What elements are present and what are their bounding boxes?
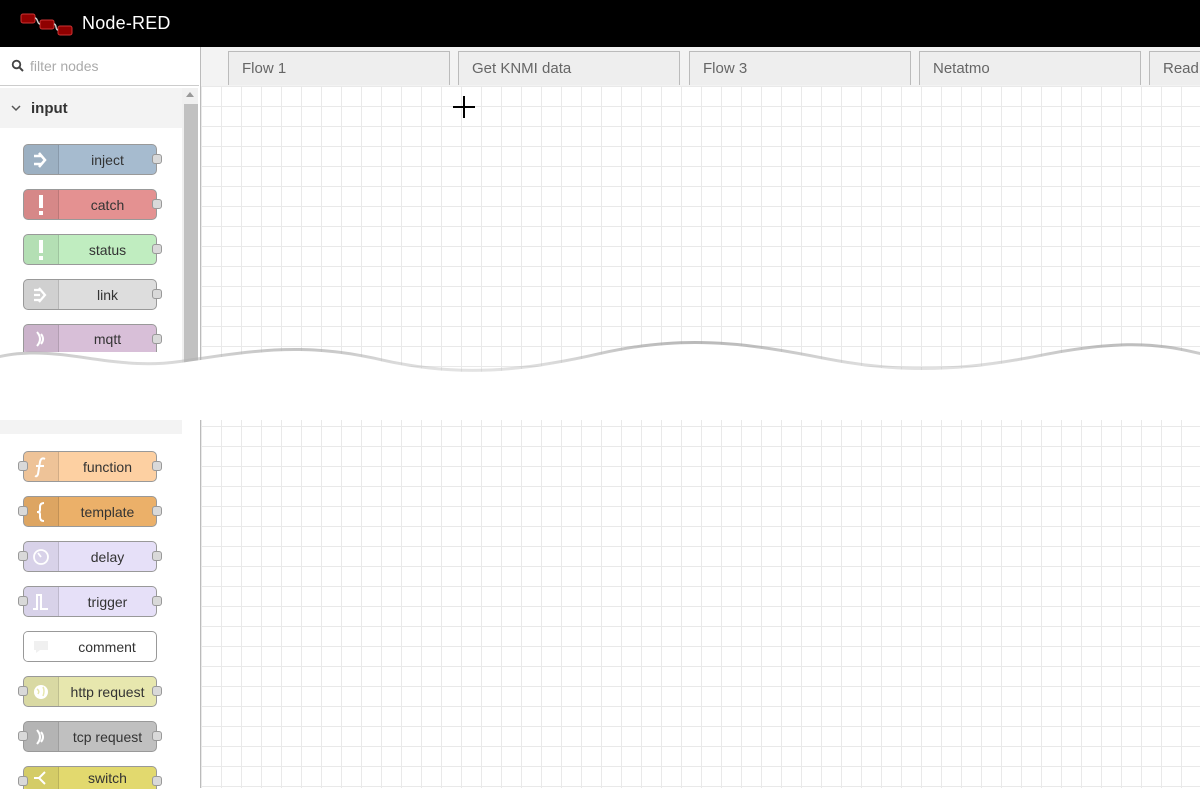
output-port	[152, 199, 162, 209]
node-label: http request	[70, 683, 145, 700]
globe-icon	[24, 677, 59, 706]
input-port	[18, 686, 28, 696]
node-label: function	[82, 458, 133, 475]
palette-node-trigger[interactable]: trigger	[18, 586, 162, 617]
output-port	[152, 551, 162, 561]
output-port	[152, 776, 162, 786]
palette-node-switch[interactable]: switch	[18, 766, 162, 789]
bridge-icon	[24, 722, 59, 751]
palette-node-http-request[interactable]: http request	[18, 676, 162, 707]
chevron-down-icon	[11, 105, 21, 112]
switch-icon	[24, 767, 59, 789]
torn-edge-divider	[0, 340, 1200, 420]
category-header-input[interactable]: input	[0, 88, 182, 128]
palette-node-catch[interactable]: catch	[23, 189, 162, 220]
exclamation-icon	[24, 190, 59, 219]
palette-node-inject[interactable]: inject	[23, 144, 162, 175]
node-label: status	[88, 241, 127, 258]
node-label: inject	[91, 151, 124, 168]
header-bar: Node-RED	[0, 0, 1200, 47]
palette-node-template[interactable]: template	[18, 496, 162, 527]
tab-netatmo[interactable]: Netatmo	[919, 51, 1141, 85]
output-port	[152, 506, 162, 516]
node-label: trigger	[87, 593, 128, 610]
tab-flow-1[interactable]: Flow 1	[228, 51, 450, 85]
node-red-logo-icon	[20, 13, 73, 35]
output-port	[152, 731, 162, 741]
tab-get-knmi-data[interactable]: Get KNMI data	[458, 51, 680, 85]
flow-canvas[interactable]	[201, 86, 1200, 788]
node-label: template	[80, 503, 135, 520]
palette-node-status[interactable]: status	[23, 234, 162, 265]
trigger-icon	[24, 587, 59, 616]
palette-node-function[interactable]: function	[18, 451, 162, 482]
link-in-icon	[24, 280, 59, 309]
input-port	[18, 461, 28, 471]
tab-read[interactable]: Read	[1149, 51, 1200, 85]
crosshair-cursor-icon	[453, 96, 475, 118]
search-icon	[11, 59, 24, 72]
filter-nodes-input[interactable]	[28, 57, 192, 75]
brace-icon	[24, 497, 59, 526]
palette-node-delay[interactable]: delay	[18, 541, 162, 572]
input-port	[18, 506, 28, 516]
tab-flow-3[interactable]: Flow 3	[689, 51, 911, 85]
output-port	[152, 461, 162, 471]
palette-scrollbar[interactable]	[182, 88, 198, 366]
palette-node-comment[interactable]: comment	[23, 631, 157, 662]
input-port	[18, 731, 28, 741]
app-title: Node-RED	[82, 13, 171, 33]
input-port	[18, 551, 28, 561]
node-label: delay	[90, 548, 125, 565]
category-label: input	[31, 99, 68, 117]
arrow-in-icon	[24, 145, 59, 174]
comment-icon	[24, 632, 58, 661]
input-port	[18, 776, 28, 786]
palette-filter	[0, 47, 199, 86]
node-label: comment	[78, 638, 136, 655]
output-port	[152, 154, 162, 164]
scroll-thumb[interactable]	[184, 104, 198, 366]
output-port	[152, 596, 162, 606]
palette-node-link[interactable]: link	[23, 279, 162, 310]
workspace-tabs: Flow 1 Get KNMI data Flow 3 Netatmo Read	[201, 47, 1200, 87]
timer-icon	[24, 542, 59, 571]
node-label: catch	[90, 196, 125, 213]
exclamation-icon	[24, 235, 59, 264]
output-port	[152, 289, 162, 299]
node-label: tcp request	[72, 728, 143, 745]
palette-node-tcp-request[interactable]: tcp request	[18, 721, 162, 752]
scroll-up-icon[interactable]	[186, 92, 194, 97]
node-label: link	[96, 286, 118, 303]
node-label: switch	[88, 770, 127, 786]
output-port	[152, 244, 162, 254]
function-icon	[24, 452, 59, 481]
input-port	[18, 596, 28, 606]
output-port	[152, 686, 162, 696]
